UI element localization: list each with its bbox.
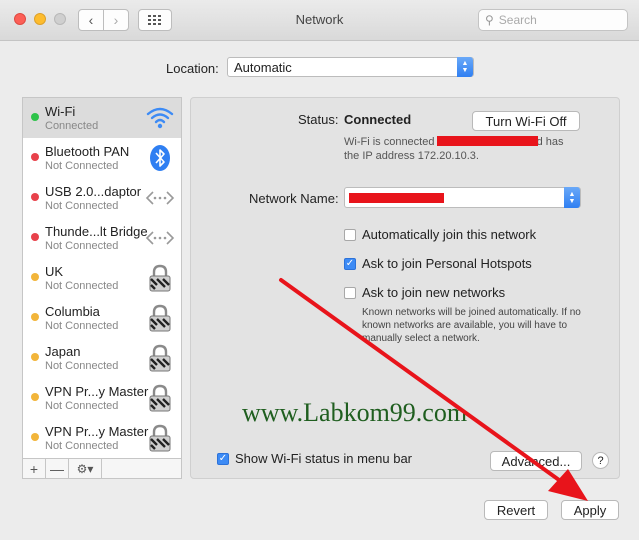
help-button[interactable]: ? xyxy=(592,452,609,469)
show-status-label: Show Wi-Fi status in menu bar xyxy=(235,451,413,466)
service-name: UK xyxy=(45,264,64,279)
service-actions-gear-button[interactable]: ⚙▾ xyxy=(69,459,102,478)
select-stepper-icon: ▲ ▼ xyxy=(457,57,473,77)
vpn-lock-icon xyxy=(149,424,171,452)
service-name: Wi-Fi xyxy=(45,104,76,119)
apply-button[interactable]: Apply xyxy=(561,500,619,520)
network-name-label: Network Name: xyxy=(249,191,339,206)
ask-new-networks-row[interactable]: Ask to join new networks xyxy=(344,285,505,300)
vpn-lock-icon xyxy=(149,264,171,292)
search-icon: ⚲ xyxy=(485,13,494,27)
status-dot xyxy=(31,273,39,281)
ask-hotspots-checkbox[interactable]: ✓ xyxy=(344,257,356,270)
status-dot xyxy=(31,353,39,361)
service-status: Not Connected xyxy=(45,360,119,372)
ask-new-networks-note: Known networks will be joined automatica… xyxy=(362,307,581,344)
service-list: Wi-Fi Connected Bluetooth PAN Not Connec… xyxy=(22,97,182,459)
service-name: VPN Pr...y Master xyxy=(45,424,149,439)
status-value: Connected xyxy=(344,112,412,127)
service-status: Not Connected xyxy=(45,280,119,292)
search-placeholder: Search xyxy=(498,13,537,27)
service-item-japan[interactable]: Japan Not Connected xyxy=(23,338,181,378)
service-status: Not Connected xyxy=(45,400,119,412)
ethernet-icon xyxy=(145,231,175,245)
service-name: Bluetooth PAN xyxy=(45,144,130,159)
select-stepper-icon: ▲ ▼ xyxy=(564,187,580,208)
show-status-checkbox[interactable]: ✓ xyxy=(217,452,229,465)
service-status: Not Connected xyxy=(45,200,119,212)
location-label: Location: xyxy=(166,61,219,76)
status-dot xyxy=(31,153,39,161)
service-item-wifi[interactable]: Wi-Fi Connected xyxy=(23,98,181,138)
status-dot xyxy=(31,433,39,441)
redaction-mark xyxy=(437,136,538,146)
service-status: Not Connected xyxy=(45,440,119,452)
remove-service-button[interactable]: — xyxy=(46,459,69,478)
service-name: Thunde...lt Bridge xyxy=(45,224,148,239)
watermark-text: www.Labkom99.com xyxy=(242,398,468,427)
checkmark-icon: ✓ xyxy=(218,453,228,464)
status-dot xyxy=(31,233,39,241)
status-dot xyxy=(31,113,39,121)
location-select[interactable]: Automatic ▲ ▼ xyxy=(227,57,474,77)
service-status: Not Connected xyxy=(45,320,119,332)
service-name: Japan xyxy=(45,344,81,359)
vpn-lock-icon xyxy=(149,384,171,412)
vpn-lock-icon xyxy=(149,344,171,372)
ethernet-icon xyxy=(145,191,175,205)
add-service-button[interactable]: + xyxy=(23,459,46,478)
service-item-vpn-proxy-master[interactable]: VPN Pr...y Master Not Connected xyxy=(23,378,181,418)
network-name-select[interactable]: ▲ ▼ xyxy=(344,187,581,208)
service-status: Connected xyxy=(45,120,99,132)
redaction-mark xyxy=(349,193,444,203)
ask-hotspots-label: Ask to join Personal Hotspots xyxy=(362,256,532,271)
service-item-uk[interactable]: UK Not Connected xyxy=(23,258,181,298)
service-list-controls: + — ⚙▾ xyxy=(22,459,182,479)
service-item-thunderbolt-bridge[interactable]: Thunde...lt Bridge Not Connected xyxy=(23,218,181,258)
service-name: VPN Pr...y Master xyxy=(45,384,149,399)
advanced-button[interactable]: Advanced... xyxy=(490,451,582,471)
turn-wifi-off-button[interactable]: Turn Wi-Fi Off xyxy=(472,111,580,131)
auto-join-row[interactable]: Automatically join this network xyxy=(344,227,536,242)
service-item-bluetooth-pan[interactable]: Bluetooth PAN Not Connected xyxy=(23,138,181,178)
search-field[interactable]: ⚲ Search xyxy=(478,9,628,31)
bluetooth-icon xyxy=(150,145,170,171)
status-desc-ip: the IP address 172.20.10.3. xyxy=(344,150,479,162)
auto-join-label: Automatically join this network xyxy=(362,227,537,242)
title-bar: ‹ › Network ⚲ Search xyxy=(0,0,639,41)
status-dot xyxy=(31,193,39,201)
wifi-icon xyxy=(146,107,174,129)
checkmark-icon: ✓ xyxy=(345,258,355,269)
vpn-lock-icon xyxy=(149,304,171,332)
status-label: Status: xyxy=(298,112,339,127)
ask-new-networks-checkbox[interactable] xyxy=(344,286,356,299)
service-status: Not Connected xyxy=(45,160,119,172)
ask-hotspots-row[interactable]: ✓ Ask to join Personal Hotspots xyxy=(344,256,532,271)
service-item-columbia[interactable]: Columbia Not Connected xyxy=(23,298,181,338)
service-item-vpn-proxy-master-2[interactable]: VPN Pr...y Master Not Connected xyxy=(23,418,181,458)
show-status-row[interactable]: ✓ Show Wi-Fi status in menu bar xyxy=(217,451,412,466)
service-status: Not Connected xyxy=(45,240,119,252)
status-dot xyxy=(31,313,39,321)
revert-button[interactable]: Revert xyxy=(484,500,548,520)
status-dot xyxy=(31,393,39,401)
ask-new-networks-label: Ask to join new networks xyxy=(362,285,506,300)
status-desc-part1: Wi-Fi is connected xyxy=(344,136,435,148)
location-value: Automatic xyxy=(234,59,292,75)
auto-join-checkbox[interactable] xyxy=(344,228,356,241)
service-name: USB 2.0...daptor xyxy=(45,184,142,199)
service-item-usb-adaptor[interactable]: USB 2.0...daptor Not Connected xyxy=(23,178,181,218)
service-name: Columbia xyxy=(45,304,100,319)
